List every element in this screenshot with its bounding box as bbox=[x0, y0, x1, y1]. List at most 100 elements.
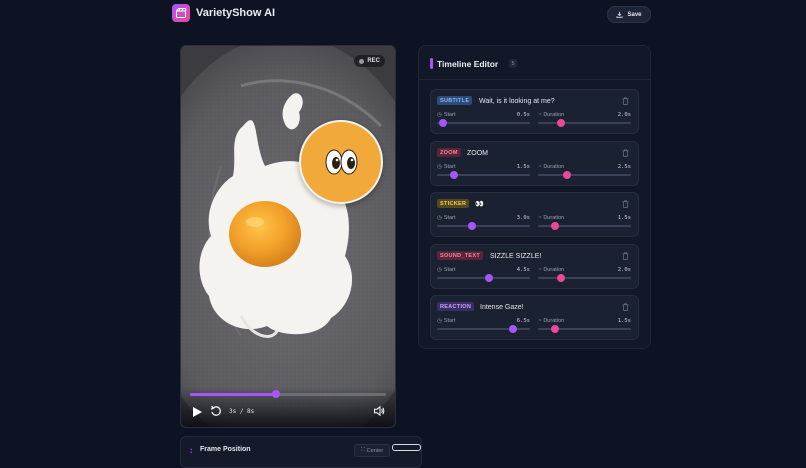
item-text[interactable]: SIZZLE SIZZLE! bbox=[490, 251, 541, 261]
duration-handle[interactable] bbox=[551, 325, 560, 333]
save-button-label: Save bbox=[627, 11, 642, 18]
timer-icon: ◔ bbox=[538, 267, 542, 273]
video-frame-image bbox=[181, 46, 395, 427]
eyes-emoji-icon bbox=[325, 149, 358, 175]
timeline-header: Timeline Editor 5 bbox=[419, 46, 650, 80]
timeline-item-reaction[interactable]: REACTION Intense Gaze! ◷ Start 6.5s ◔ Duration… bbox=[430, 295, 639, 340]
duration-slider[interactable]: ◔ Duration 1.5s bbox=[538, 318, 631, 334]
volume-icon[interactable] bbox=[373, 405, 385, 417]
type-badge: STICKER bbox=[437, 199, 470, 208]
duration-value: 2.0s bbox=[617, 112, 631, 118]
timeline-item-sticker[interactable]: STICKER 👀 ◷ Start 3.0s ◔ Duration 1.5s bbox=[430, 192, 639, 237]
start-handle[interactable] bbox=[438, 119, 447, 127]
item-text[interactable]: Wait, is it looking at me? bbox=[479, 96, 555, 106]
duration-label-text: Duration bbox=[543, 267, 565, 273]
start-value: 3.0s bbox=[516, 215, 530, 221]
start-label-text: Start bbox=[443, 112, 456, 118]
start-slider[interactable]: ◷ Start 1.5s bbox=[437, 164, 530, 180]
start-handle[interactable] bbox=[485, 274, 494, 282]
duration-slider[interactable]: ◔ Duration 1.5s bbox=[538, 215, 631, 231]
start-label: ◷ Start bbox=[437, 318, 455, 324]
duration-handle[interactable] bbox=[551, 222, 560, 230]
start-handle[interactable] bbox=[508, 325, 517, 333]
duration-track[interactable] bbox=[538, 122, 631, 124]
duration-track[interactable] bbox=[538, 277, 631, 279]
start-label-text: Start bbox=[443, 164, 456, 170]
start-label-text: Start bbox=[443, 215, 456, 221]
start-slider[interactable]: ◷ Start 6.5s bbox=[437, 318, 530, 334]
playback-time: 3s / 8s bbox=[229, 408, 255, 415]
duration-handle[interactable] bbox=[563, 171, 572, 179]
trash-icon[interactable] bbox=[622, 252, 629, 260]
save-button[interactable]: Save bbox=[607, 6, 651, 23]
item-text[interactable]: ZOOM bbox=[467, 148, 488, 158]
start-slider[interactable]: ◷ Start 3.0s bbox=[437, 215, 530, 231]
play-icon[interactable] bbox=[191, 406, 203, 418]
timeline-item-zoom[interactable]: ZOOM ZOOM ◷ Start 1.5s ◔ Duration 2.5s bbox=[430, 141, 639, 186]
duration-label: ◔ Duration bbox=[538, 164, 564, 170]
start-label-text: Start bbox=[443, 267, 456, 273]
trash-icon[interactable] bbox=[622, 97, 629, 105]
type-badge: SOUND_TEXT bbox=[437, 251, 483, 260]
duration-slider[interactable]: ◔ Duration 2.5s bbox=[538, 164, 631, 180]
app-logo bbox=[172, 4, 190, 22]
sticker-overlay[interactable] bbox=[299, 120, 383, 204]
duration-label: ◔ Duration bbox=[538, 318, 564, 324]
start-value: 0.5s bbox=[516, 112, 530, 118]
start-track[interactable] bbox=[437, 277, 530, 279]
timer-icon: ◔ bbox=[538, 215, 542, 221]
start-handle[interactable] bbox=[467, 222, 476, 230]
timeline-editor: Timeline Editor 5 SUBTITLE Wait, is it lo… bbox=[418, 45, 651, 349]
start-slider[interactable]: ◷ Start 0.5s bbox=[437, 112, 530, 128]
start-slider[interactable]: ◷ Start 4.5s bbox=[437, 267, 530, 283]
timer-icon: ◔ bbox=[538, 112, 542, 118]
start-value: 1.5s bbox=[516, 164, 530, 170]
duration-label: ◔ Duration bbox=[538, 112, 564, 118]
duration-label-text: Duration bbox=[543, 112, 565, 118]
trash-icon[interactable] bbox=[622, 303, 629, 311]
center-button[interactable]: ⛶ Center bbox=[354, 444, 390, 457]
item-text[interactable]: 👀 bbox=[475, 199, 484, 209]
duration-slider[interactable]: ◔ Duration 2.0s bbox=[538, 267, 631, 283]
duration-handle[interactable] bbox=[557, 274, 566, 282]
duration-label: ◔ Duration bbox=[538, 267, 564, 273]
accent-bar bbox=[430, 58, 433, 69]
duration-label-text: Duration bbox=[543, 215, 565, 221]
type-badge: ZOOM bbox=[437, 148, 461, 157]
timeline-title: Timeline Editor bbox=[437, 59, 499, 69]
top-bar: VarietyShow AI Save bbox=[0, 0, 806, 27]
duration-handle[interactable] bbox=[557, 119, 566, 127]
video-preview[interactable]: REC 3s / 8s bbox=[180, 45, 396, 428]
clock-icon: ◷ bbox=[437, 215, 442, 221]
item-text[interactable]: Intense Gaze! bbox=[480, 302, 524, 312]
start-track[interactable] bbox=[437, 225, 530, 227]
progress-bar[interactable] bbox=[190, 390, 386, 398]
timer-icon: ◔ bbox=[538, 318, 542, 324]
move-vertical-icon: ↕ bbox=[189, 446, 193, 455]
duration-slider[interactable]: ◔ Duration 2.0s bbox=[538, 112, 631, 128]
rec-label: REC bbox=[367, 58, 380, 64]
start-label-text: Start bbox=[443, 318, 456, 324]
start-track[interactable] bbox=[437, 122, 530, 124]
frame-position-label: Frame Position bbox=[200, 446, 251, 453]
trash-icon[interactable] bbox=[622, 200, 629, 208]
frame-toggle[interactable] bbox=[392, 444, 421, 451]
rec-badge: REC bbox=[354, 55, 385, 67]
timeline-item-subtitle[interactable]: SUBTITLE Wait, is it looking at me? ◷ Start… bbox=[430, 89, 639, 134]
timeline-item-sound-text[interactable]: SOUND_TEXT SIZZLE SIZZLE! ◷ Start 4.5s ◔ Durat… bbox=[430, 244, 639, 289]
trash-icon[interactable] bbox=[622, 149, 629, 157]
duration-label-text: Duration bbox=[543, 164, 565, 170]
duration-value: 1.5s bbox=[617, 215, 631, 221]
clapperboard-icon bbox=[175, 7, 187, 19]
duration-value: 2.0s bbox=[617, 267, 631, 273]
duration-track[interactable] bbox=[538, 174, 631, 176]
start-value: 6.5s bbox=[516, 318, 530, 324]
clock-icon: ◷ bbox=[437, 164, 442, 170]
start-label: ◷ Start bbox=[437, 215, 455, 221]
center-button-label: Center bbox=[366, 447, 384, 454]
app-title: VarietyShow AI bbox=[196, 7, 276, 19]
restart-icon[interactable] bbox=[210, 405, 222, 417]
clock-icon: ◷ bbox=[437, 112, 442, 118]
start-handle[interactable] bbox=[450, 171, 459, 179]
timeline-count-badge: 5 bbox=[509, 59, 517, 68]
